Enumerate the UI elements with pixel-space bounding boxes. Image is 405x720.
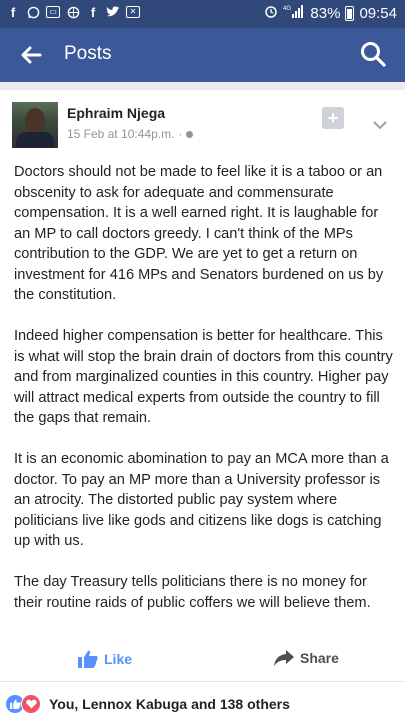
post-actions: Like Share [0,642,405,674]
whatsapp-icon [26,5,40,19]
post-body: Doctors should not be made to feel like … [14,162,396,634]
globe-icon [186,130,194,138]
clock: 09:54 [359,4,397,22]
reactions-summary[interactable]: You, Lennox Kabuga and 138 others [6,694,290,714]
divider [0,681,405,682]
facebook-icon: f [10,4,16,20]
svg-text:4G: 4G [283,6,291,12]
box-icon: ✕ [126,6,140,18]
status-bar: f ▭ f ✕ 4G 83% 09:54 [0,0,405,28]
save-post-icon[interactable]: + [322,107,344,129]
avatar[interactable] [12,102,58,148]
post-paragraph: Indeed higher compensation is better for… [14,328,393,426]
page-title: Posts [64,43,112,64]
avatar-shirt [16,132,54,148]
love-reaction-icon [21,694,41,714]
app-bar: Posts [0,28,405,82]
chevron-down-icon[interactable] [373,120,387,130]
post-paragraph: Doctors should not be made to feel like … [14,164,384,303]
thumbs-up-icon [78,650,98,668]
post-paragraph: The day Treasury tells politicians there… [14,574,371,611]
notification-icons: f ▭ f ✕ [6,5,140,19]
mail-icon: ▭ [46,6,60,18]
signal-icon: 4G [283,4,305,22]
reactions-text: You, Lennox Kabuga and 138 others [49,696,290,712]
facebook-icon: f [90,4,96,20]
share-arrow-icon [274,650,294,666]
author-name[interactable]: Ephraim Njega [67,105,165,121]
avatar-face [25,108,45,134]
post-paragraph: It is an economic abomination to pay an … [14,451,389,549]
search-icon[interactable] [359,40,387,68]
like-button[interactable]: Like [78,650,132,668]
timestamp[interactable]: 15 Feb at 10:44p.m. [67,127,174,141]
like-label: Like [104,651,133,667]
post-card: Ephraim Njega 15 Feb at 10:44p.m. · + Do… [0,90,405,720]
back-arrow-icon[interactable] [18,42,44,68]
share-label: Share [300,650,339,666]
browser-icon [66,5,80,19]
share-button[interactable]: Share [274,650,339,666]
battery-icon [345,5,355,21]
battery-percent: 83% [310,4,341,22]
alarm-icon [264,4,278,22]
twitter-icon [106,5,120,19]
post-meta: 15 Feb at 10:44p.m. · [67,127,194,141]
system-status: 4G 83% 09:54 [264,4,397,22]
